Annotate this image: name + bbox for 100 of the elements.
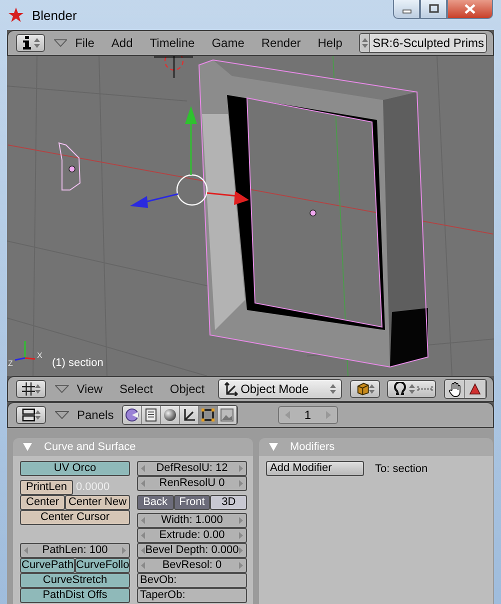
panel-tab[interactable] (180, 406, 199, 424)
number-field[interactable]: RenResolU 0 (137, 476, 247, 491)
close-icon (464, 4, 476, 14)
updown-icon (34, 38, 40, 48)
menu-item[interactable]: Help (318, 36, 342, 50)
menu-item[interactable]: Object (170, 382, 205, 396)
triangle-icon (54, 39, 68, 47)
toggle-button[interactable]: UV Orco (20, 461, 130, 476)
number-field[interactable]: Bevel Depth: 0.000 (137, 543, 247, 558)
action-button[interactable]: Center New (65, 495, 130, 510)
toggle-button[interactable]: CurveFollo (75, 558, 130, 573)
triangle-icon (55, 385, 69, 393)
toggle-button[interactable]: CurveStretch (20, 573, 130, 588)
add-modifier-button[interactable]: Add Modifier (266, 461, 364, 476)
updown-icon (35, 410, 41, 420)
maximize-button[interactable] (420, 0, 447, 19)
scene-selector[interactable]: SR:6-Sculpted Prims (359, 33, 487, 53)
toggle-button[interactable]: PathDist Offs (20, 588, 130, 603)
left-arrow-icon (141, 562, 145, 569)
left-arrow-icon (141, 532, 145, 539)
panel-tab[interactable] (122, 406, 142, 424)
editor-type-button[interactable] (16, 406, 46, 424)
layout-icon (22, 408, 36, 422)
image-icon (220, 408, 234, 422)
right-arrow-icon (238, 517, 243, 524)
right-arrow-icon (238, 480, 243, 487)
left-arrow-icon (284, 411, 290, 419)
number-field[interactable]: PathLen: 100 (20, 543, 130, 558)
action-button[interactable]: Center (20, 495, 66, 510)
mode-dropdown[interactable]: Object Mode (218, 379, 342, 399)
triangle-icon (269, 443, 278, 451)
origin-dot (310, 210, 316, 216)
triangle-arrow-icon (469, 383, 482, 395)
left-arrow-icon (141, 547, 145, 554)
3d-cursor-icon (154, 56, 194, 78)
menu-item[interactable]: Game (212, 36, 244, 50)
left-arrow-icon (141, 465, 145, 472)
number-field[interactable]: Width: 1.000 (137, 513, 247, 528)
target-label: To: section (375, 462, 428, 474)
close-button[interactable] (447, 0, 493, 19)
triangle-icon (55, 411, 69, 419)
translate-button[interactable] (465, 380, 486, 398)
document-icon (144, 408, 158, 422)
option-button[interactable]: Back (137, 495, 174, 510)
right-arrow-icon (238, 465, 243, 472)
square-icon (200, 408, 215, 422)
origin-dot (68, 166, 76, 172)
editor-type-button[interactable] (16, 380, 46, 398)
menu-item[interactable]: File (75, 36, 94, 50)
right-arrow-icon (122, 547, 126, 554)
maximize-icon (428, 4, 438, 14)
panels-label: Panels (77, 408, 114, 422)
number-field[interactable]: BevResol: 0 (137, 558, 247, 573)
hand-icon (448, 382, 462, 396)
star-icon (8, 7, 24, 23)
updown-icon (35, 384, 41, 394)
text-field[interactable]: BevOb: (137, 573, 247, 588)
grid-icon (22, 382, 36, 396)
number-field[interactable]: Extrude: 0.00 (137, 528, 247, 543)
action-button[interactable]: PrintLen (20, 480, 73, 495)
option-button[interactable]: 3D (210, 495, 248, 510)
right-arrow-icon (239, 532, 243, 539)
number-field[interactable]: DefResolU: 12 (137, 461, 247, 476)
left-arrow-icon (141, 480, 145, 487)
menu-item[interactable]: Select (120, 382, 153, 396)
pacman-icon (124, 408, 139, 422)
option-button[interactable]: Front (174, 495, 210, 510)
toggle-button[interactable]: CurvePath (20, 558, 75, 573)
right-arrow-icon (238, 547, 243, 554)
window-title: Blender (32, 8, 77, 22)
action-button[interactable]: Center Cursor (20, 510, 130, 525)
manipulator-button[interactable] (444, 380, 466, 398)
axis-label: Z (8, 359, 13, 368)
updown-icon (408, 384, 415, 394)
scene-name: SR:6-Sculpted Prims (370, 34, 486, 52)
menu-item[interactable]: Render (261, 36, 301, 50)
panel-tab[interactable] (142, 406, 161, 424)
panel-tab[interactable] (160, 406, 180, 424)
axes-icon (182, 408, 196, 422)
menu-item[interactable]: Timeline (150, 36, 195, 50)
menu-item[interactable]: View (76, 382, 103, 396)
sphere-icon (162, 408, 177, 422)
editor-type-button[interactable] (16, 34, 45, 52)
triangle-icon (23, 443, 32, 451)
curve-outline-drawing (58, 142, 81, 190)
panel-tab[interactable] (198, 406, 218, 424)
pivot-button[interactable] (386, 380, 436, 398)
minimize-button[interactable] (393, 0, 420, 19)
text-field[interactable]: TaperOb: (137, 588, 247, 603)
cube-icon (356, 382, 369, 396)
frame-number-field[interactable]: 1 (278, 406, 338, 424)
left-arrow-icon (141, 517, 145, 524)
menu-item[interactable]: Add (111, 36, 133, 50)
axis-label: X (37, 351, 42, 360)
shading-button[interactable] (350, 380, 380, 398)
right-arrow-icon (326, 411, 331, 419)
info-icon (22, 36, 32, 50)
axis-indicator-drawing (14, 341, 36, 361)
omega-icon (392, 382, 407, 396)
left-arrow-icon (24, 547, 28, 554)
